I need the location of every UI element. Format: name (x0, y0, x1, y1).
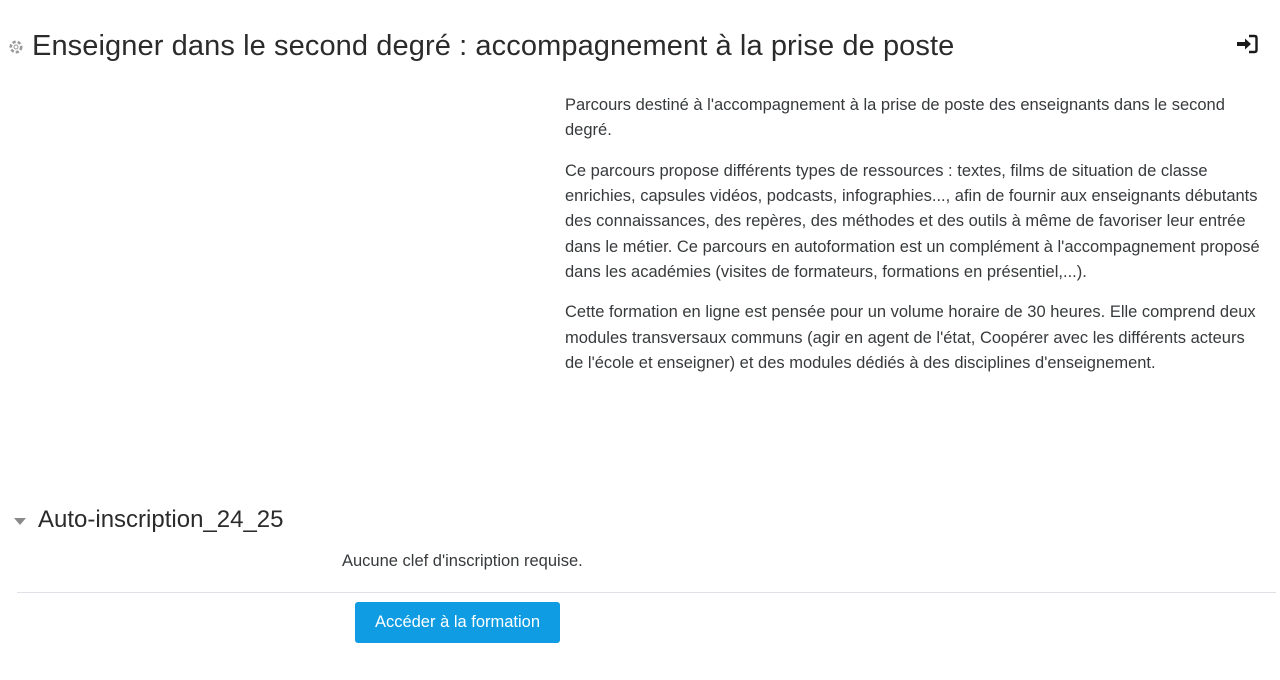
course-header: Enseigner dans le second degré : accompa… (6, 30, 954, 63)
caret-down-icon (14, 517, 26, 525)
page-title: Enseigner dans le second degré : accompa… (32, 30, 955, 62)
course-gear-icon (6, 37, 26, 57)
divider (17, 592, 1276, 593)
enrol-page: Enseigner dans le second degré : accompa… (0, 0, 1280, 680)
summary-paragraph: Cette formation en ligne est pensée pour… (565, 303, 1256, 372)
enrol-section-title: Auto-inscription_24_25 (38, 506, 284, 533)
enrol-section-toggle[interactable]: Auto-inscription_24_25 (14, 506, 284, 534)
summary-paragraph: Parcours destiné à l'accompagnement à la… (565, 96, 1225, 140)
enrol-key-note: Aucune clef d'inscription requise. (342, 552, 583, 570)
enrol-me-button[interactable]: Accéder à la formation (355, 602, 560, 643)
summary-paragraph: Ce parcours propose différents types de … (565, 161, 1260, 281)
course-summary: Parcours destiné à l'accompagnement à la… (565, 93, 1265, 392)
sign-in-icon[interactable] (1236, 34, 1258, 54)
